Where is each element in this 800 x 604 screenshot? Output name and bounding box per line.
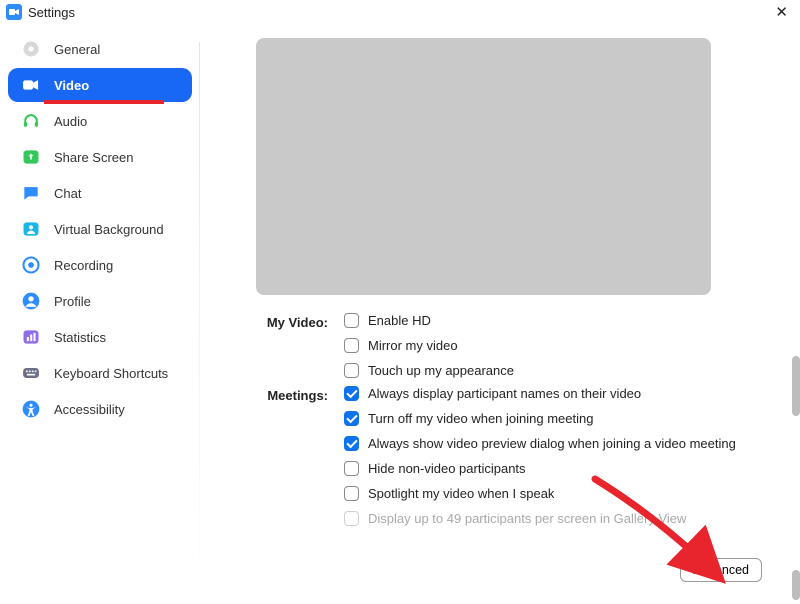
my-video-options: Enable HD Mirror my video Touch up my ap…: [344, 313, 764, 378]
sidebar-item-label: Audio: [54, 114, 87, 129]
sidebar-item-label: Virtual Background: [54, 222, 164, 237]
sidebar-item-label: Share Screen: [54, 150, 134, 165]
sidebar-item-label: Keyboard Shortcuts: [54, 366, 168, 381]
share-screen-icon: [20, 146, 42, 168]
window-title: Settings: [28, 5, 75, 20]
accessibility-icon: [20, 398, 42, 420]
checkbox-enable-hd[interactable]: Enable HD: [344, 313, 764, 328]
sidebar-item-label: Statistics: [54, 330, 106, 345]
gear-icon: [20, 38, 42, 60]
keyboard-icon: [20, 362, 42, 384]
checkbox-box: [344, 363, 359, 378]
sidebar-item-label: General: [54, 42, 100, 57]
checkbox-touch-up[interactable]: Touch up my appearance: [344, 363, 764, 378]
section-my-video-label: My Video:: [256, 313, 328, 378]
sidebar-item-profile[interactable]: Profile: [8, 284, 192, 318]
advanced-button[interactable]: Advanced: [680, 558, 762, 582]
close-button[interactable]: ✕: [769, 3, 794, 21]
checkbox-box: [344, 436, 359, 451]
settings-content: My Video: Enable HD Mirror my video Touc…: [200, 24, 800, 600]
chat-icon: [20, 182, 42, 204]
checkbox-label: Touch up my appearance: [368, 363, 514, 378]
checkbox-box: [344, 486, 359, 501]
record-icon: [20, 254, 42, 276]
checkbox-spotlight[interactable]: Spotlight my video when I speak: [344, 486, 764, 501]
checkbox-box: [344, 511, 359, 526]
checkbox-mirror-video[interactable]: Mirror my video: [344, 338, 764, 353]
sidebar-item-label: Profile: [54, 294, 91, 309]
checkbox-box: [344, 411, 359, 426]
sidebar-item-chat[interactable]: Chat: [8, 176, 192, 210]
checkbox-49-participants: Display up to 49 participants per screen…: [344, 511, 764, 526]
checkbox-box: [344, 386, 359, 401]
sidebar-item-label: Chat: [54, 186, 81, 201]
headphones-icon: [20, 110, 42, 132]
checkbox-label: Turn off my video when joining meeting: [368, 411, 593, 426]
statistics-icon: [20, 326, 42, 348]
sidebar-item-virtual-background[interactable]: Virtual Background: [8, 212, 192, 246]
checkbox-label: Hide non-video participants: [368, 461, 526, 476]
checkbox-label: Always show video preview dialog when jo…: [368, 436, 736, 451]
sidebar-item-label: Accessibility: [54, 402, 125, 417]
checkbox-label: Spotlight my video when I speak: [368, 486, 554, 501]
video-preview: [256, 38, 711, 295]
sidebar-item-recording[interactable]: Recording: [8, 248, 192, 282]
sidebar-item-audio[interactable]: Audio: [8, 104, 192, 138]
settings-sidebar: General Video Audio Share Screen: [0, 24, 200, 600]
profile-icon: [20, 290, 42, 312]
video-icon: [20, 74, 42, 96]
app-icon: [6, 4, 22, 20]
sidebar-item-general[interactable]: General: [8, 32, 192, 66]
checkbox-label: Display up to 49 participants per screen…: [368, 511, 686, 526]
checkbox-box: [344, 461, 359, 476]
section-meetings-label: Meetings:: [256, 386, 328, 526]
checkbox-label: Mirror my video: [368, 338, 458, 353]
sidebar-item-keyboard-shortcuts[interactable]: Keyboard Shortcuts: [8, 356, 192, 390]
checkbox-display-names[interactable]: Always display participant names on thei…: [344, 386, 764, 401]
sidebar-item-statistics[interactable]: Statistics: [8, 320, 192, 354]
checkbox-hide-nonvideo[interactable]: Hide non-video participants: [344, 461, 764, 476]
sidebar-item-label: Recording: [54, 258, 113, 273]
sidebar-item-label: Video: [54, 78, 89, 93]
scrollbar-thumb[interactable]: [792, 356, 800, 416]
checkbox-turn-off-video[interactable]: Turn off my video when joining meeting: [344, 411, 764, 426]
sidebar-item-video[interactable]: Video: [8, 68, 192, 102]
sidebar-item-accessibility[interactable]: Accessibility: [8, 392, 192, 426]
checkbox-box: [344, 338, 359, 353]
checkbox-box: [344, 313, 359, 328]
scrollbar-thumb[interactable]: [792, 570, 800, 600]
sidebar-item-share-screen[interactable]: Share Screen: [8, 140, 192, 174]
checkbox-video-preview[interactable]: Always show video preview dialog when jo…: [344, 436, 764, 451]
image-icon: [20, 218, 42, 240]
checkbox-label: Always display participant names on thei…: [368, 386, 641, 401]
meetings-options: Always display participant names on thei…: [344, 386, 764, 526]
checkbox-label: Enable HD: [368, 313, 431, 328]
titlebar: Settings ✕: [0, 0, 800, 24]
